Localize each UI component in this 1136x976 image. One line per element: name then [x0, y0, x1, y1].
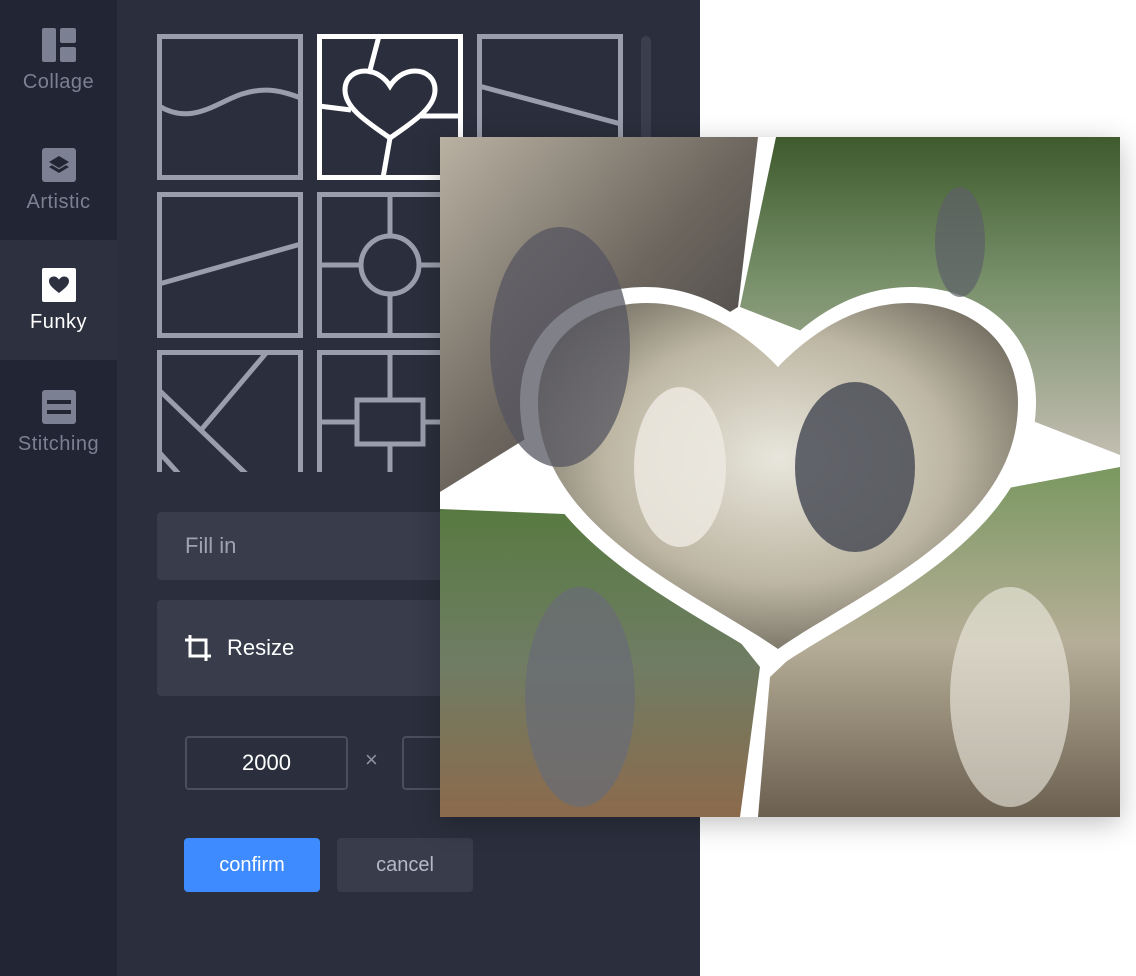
template-scrollbar[interactable]	[641, 36, 651, 146]
width-input[interactable]	[185, 736, 348, 790]
cancel-button[interactable]: cancel	[337, 838, 473, 892]
collage-canvas	[440, 137, 1120, 817]
template-slant-split[interactable]	[157, 192, 303, 338]
fill-in-label: Fill in	[185, 533, 237, 558]
dimension-separator: ×	[365, 747, 378, 772]
confirm-label: confirm	[219, 854, 285, 876]
sidebar-item-label: Artistic	[26, 190, 91, 213]
stitching-icon	[41, 389, 76, 424]
heart-icon	[41, 267, 76, 302]
sidebar-item-label: Stitching	[17, 432, 100, 455]
sidebar-item-funky[interactable]: Funky	[0, 240, 117, 360]
sidebar-item-label: Funky	[30, 310, 87, 333]
fill-in-button[interactable]: Fill in	[157, 512, 457, 580]
template-wave-split[interactable]	[157, 34, 303, 180]
collage-preview	[440, 137, 1120, 817]
sidebar-item-artistic[interactable]: Artistic	[0, 120, 117, 240]
template-diamond-diagonal[interactable]	[157, 350, 303, 472]
collage-icon	[41, 27, 76, 62]
sidebar-item-label: Collage	[22, 70, 95, 93]
sidebar: Collage Artistic Funky Stitching	[0, 0, 117, 976]
layers-icon	[41, 147, 76, 182]
sidebar-item-stitching[interactable]: Stitching	[0, 362, 117, 482]
crop-icon	[185, 635, 211, 661]
resize-button[interactable]: Resize	[157, 600, 457, 696]
resize-label: Resize	[227, 635, 295, 660]
confirm-button[interactable]: confirm	[184, 838, 320, 892]
sidebar-item-collage[interactable]: Collage	[0, 0, 117, 120]
cancel-label: cancel	[376, 854, 434, 876]
